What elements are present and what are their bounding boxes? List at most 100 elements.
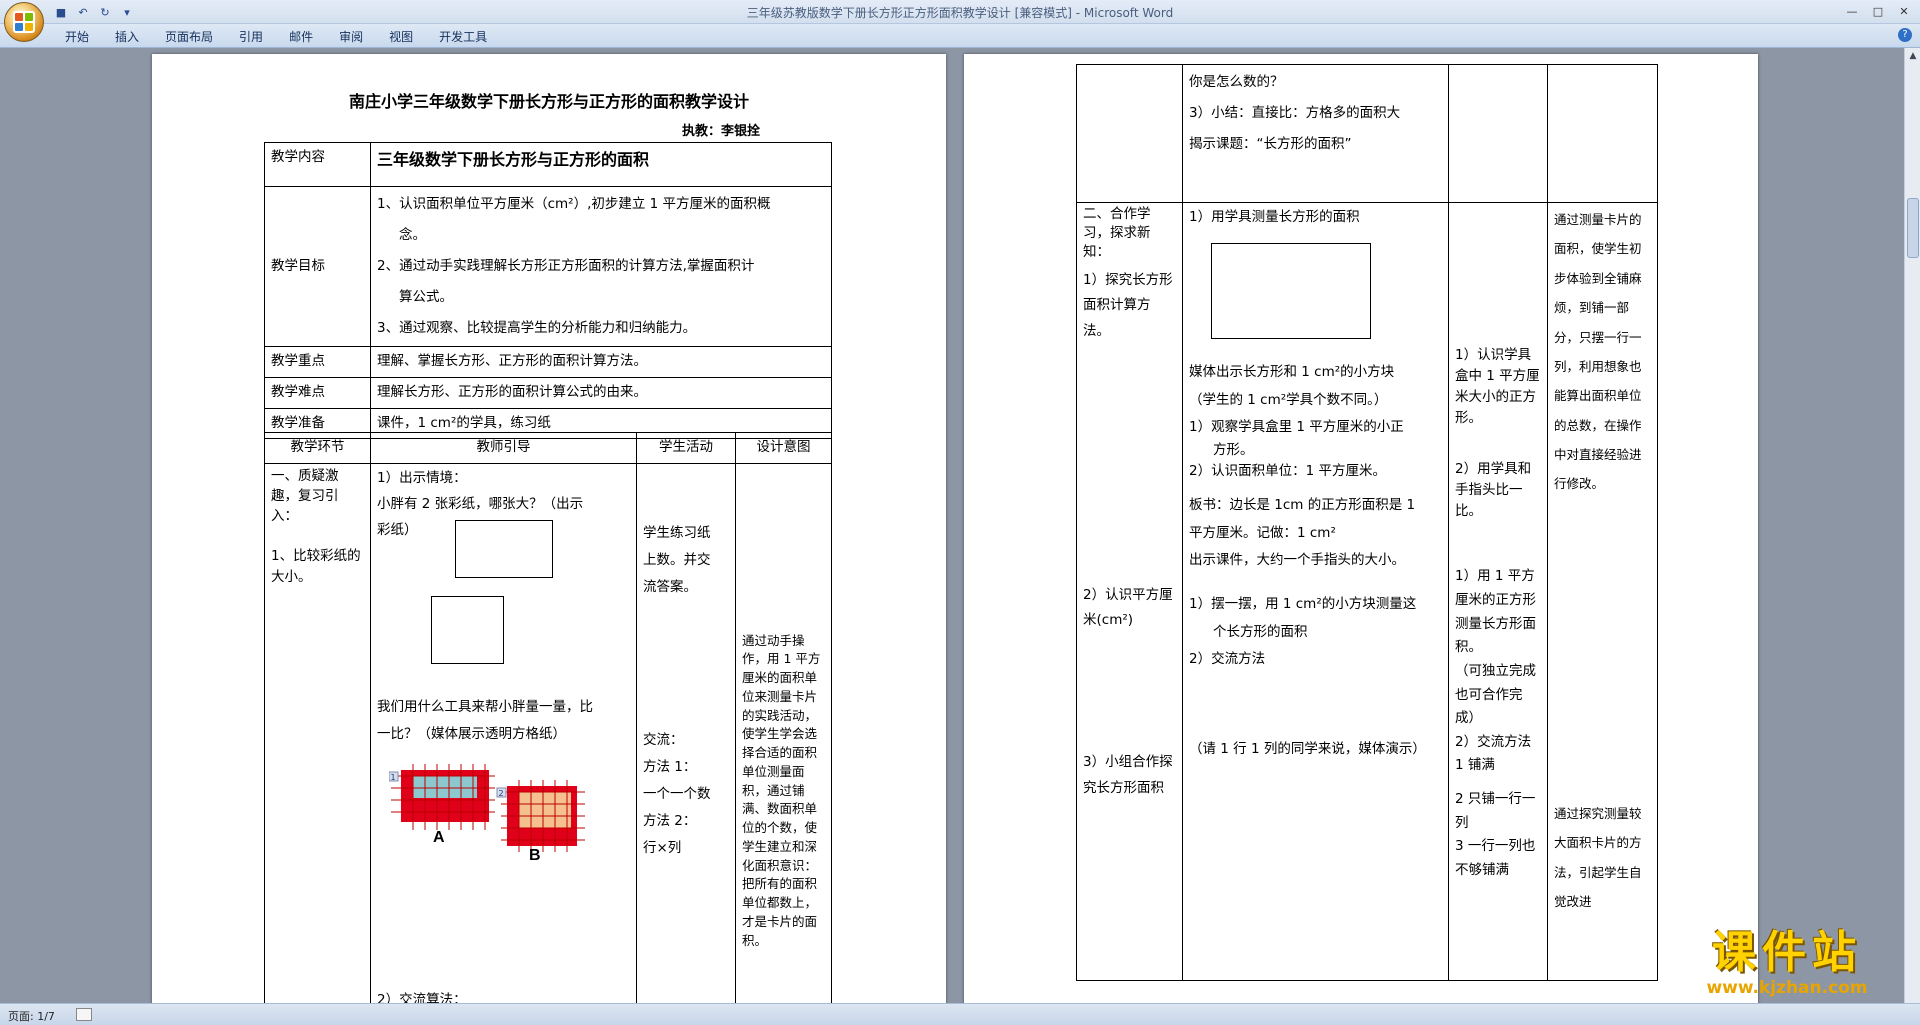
grid-number-1: 1 [391, 773, 396, 782]
proofing-icon[interactable] [76, 1008, 92, 1021]
student-1c: 流答案。 [643, 578, 697, 595]
window-title: 三年级苏教版数学下册长方形正方形面积教学设计 [兼容模式] - Microsof… [746, 6, 1174, 20]
stage-1: 一、质疑激趣，复习引入： [271, 467, 339, 525]
teacher-1: 1）出示情境： [377, 469, 467, 486]
student-cell: 学生练习纸 上数。并交 流答案。 交流： 方法 1： 一个一个数 方法 2： 行… [636, 462, 736, 1003]
stage-2: 二、合作学习，探求新知： [1083, 206, 1151, 260]
paper-rect-large [455, 519, 553, 578]
key-value: 理解、掌握长方形、正方形的面积计算方法。 [370, 346, 832, 378]
measure-rectangle [1211, 243, 1371, 339]
status-bar: 页面: 1/7 [0, 1003, 1920, 1025]
goal-2: 2、通过动手实践理解长方形正方形面积的计算方法,掌握面积计 [377, 258, 755, 275]
paper-square [431, 595, 504, 664]
teacher2-6b: 平方厘米。记做：1 cm² [1189, 524, 1336, 541]
stage-2a: 1）探究长方形面积计算方法。 [1083, 271, 1173, 339]
label-b: B [529, 847, 541, 862]
intent-cell: 通过动手操作，用 1 平方厘米的面积单位来测量卡片的实践活动，使学生学会选择合适… [735, 462, 832, 1003]
tab-mailings[interactable]: 邮件 [276, 28, 326, 46]
goals-cell: 1、认识面积单位平方厘米（cm²）,初步建立 1 平方厘米的面积概 念。 2、通… [370, 185, 832, 348]
teacher2-8: 1）摆一摆，用 1 cm²的小方块测量这 [1189, 595, 1417, 612]
student-2: 交流： [643, 731, 684, 748]
student2-8: 3 一行一列也不够铺满 [1455, 838, 1536, 878]
close-icon[interactable]: ✕ [1892, 2, 1916, 20]
student-2b: 方法 1： [643, 758, 697, 775]
tab-home[interactable]: 开始 [52, 28, 102, 46]
goal-1: 1、认识面积单位平方厘米（cm²）,初步建立 1 平方厘米的面积概 [377, 196, 771, 212]
teacher-2-block: 我们用什么工具来帮小胖量一量，比 一比？（媒体展示透明方格纸） [377, 694, 593, 748]
header-teacher: 教师引导 [370, 432, 637, 464]
student-1-block: 学生练习纸 上数。并交 流答案。 [643, 520, 729, 601]
scroll-up-icon[interactable]: ▲ [1905, 48, 1920, 64]
intent2-cell: 通过测量卡片的面积，使学生初步体验到全铺麻烦，到铺一部分，只摆一行一列，利用想象… [1547, 202, 1658, 981]
help-icon[interactable]: ? [1898, 28, 1912, 42]
student2-6: 1 铺满 [1455, 757, 1495, 774]
stage2-cell: 二、合作学习，探求新知： 1）探究长方形面积计算方法。 2）认识平方厘米(cm²… [1076, 202, 1183, 981]
window-controls: — □ ✕ [1840, 2, 1916, 20]
stage-1b: 1、比较彩纸的大小。 [271, 548, 361, 585]
goal-2b: 算公式。 [399, 289, 453, 306]
label-a: A [433, 829, 445, 846]
maximize-icon[interactable]: □ [1866, 2, 1890, 20]
teacher2-cell: 1）用学具测量长方形的面积 媒体出示长方形和 1 cm²的小方块 （学生的 1 … [1182, 202, 1449, 981]
teacher2-1: 1）用学具测量长方形的面积 [1189, 209, 1360, 225]
header-stage: 教学环节 [264, 432, 371, 464]
stage-2b: 2）认识平方厘米(cm²) [1083, 586, 1173, 629]
teacher-cont-1: 你是怎么数的？ [1189, 74, 1284, 90]
teacher2-7: 出示课件，大约一个手指头的大小。 [1189, 552, 1405, 569]
intent-1: 通过动手操作，用 1 平方厘米的面积单位来测量卡片的实践活动，使学生学会选择合适… [742, 632, 821, 948]
teacher-3: 2）交流算法： [377, 991, 467, 1003]
office-button[interactable] [4, 2, 44, 42]
teacher2-10: （请 1 行 1 列的同学来说，媒体演示） [1189, 740, 1426, 757]
teacher-cell: 1）出示情境： 小胖有 2 张彩纸，哪张大？（出示 彩纸） 我们用什么工具来帮小… [370, 462, 637, 1003]
tab-references[interactable]: 引用 [226, 28, 276, 46]
teacher2-block: 媒体出示长方形和 1 cm²的小方块 （学生的 1 cm²学具个数不同。） 1）… [1189, 359, 1426, 764]
student-1b: 上数。并交 [643, 551, 711, 568]
student-2d: 方法 2： [643, 812, 697, 829]
ribbon-tabs-bar: 开始 插入 页面布局 引用 邮件 审阅 视图 开发工具 ? [0, 24, 1920, 48]
page-indicator[interactable]: 页面: 1/7 [8, 1008, 55, 1024]
tab-view[interactable]: 视图 [376, 28, 426, 46]
process-table: 教学环节 教师引导 学生活动 设计意图 一、质疑激趣，复习引入： 1、比较彩纸的… [264, 432, 832, 1003]
tab-developer[interactable]: 开发工具 [426, 28, 500, 46]
stage-cont-cell [1076, 64, 1183, 203]
teacher2-4b: 方形。 [1213, 442, 1254, 459]
student-2c: 一个一个数 [643, 785, 711, 802]
scroll-thumb[interactable] [1907, 198, 1919, 258]
tab-page-layout[interactable]: 页面布局 [152, 28, 226, 46]
student2-4: （可独立完成也可合作完成） [1455, 662, 1536, 727]
student2-7: 2 只铺一行一列 [1455, 791, 1536, 831]
content-label: 教学内容 [264, 142, 371, 187]
tab-review[interactable]: 审阅 [326, 28, 376, 46]
intent2-1: 通过测量卡片的面积，使学生初步体验到全铺麻烦，到铺一部分，只摆一行一列，利用想象… [1554, 212, 1642, 492]
header-intent: 设计意图 [735, 432, 832, 464]
stage-2c: 3）小组合作探究长方形面积 [1083, 753, 1173, 796]
teacher-2: 我们用什么工具来帮小胖量一量，比 [377, 698, 593, 715]
teacher-cont-3: 揭示课题：“长方形的面积” [1189, 136, 1352, 153]
student2-cell: 1）认识学具盒中 1 平方厘米大小的正方形。 2）用学具和手指头比一比。 1）用… [1448, 202, 1548, 981]
document-page-2[interactable]: 你是怎么数的？ 3）小结：直接比：方格多的面积大 揭示课题：“长方形的面积” 二… [964, 54, 1758, 1003]
info-table: 教学内容 三年级数学下册长方形与正方形的面积 教学目标 1、认识面积单位平方厘米… [264, 142, 832, 440]
difficulty-label: 教学难点 [264, 376, 371, 409]
student-2e: 行×列 [643, 839, 682, 856]
content-value: 三年级数学下册长方形与正方形的面积 [370, 142, 832, 187]
teacher2-2: 媒体出示长方形和 1 cm²的小方块 [1189, 364, 1395, 380]
process-table-cont: 你是怎么数的？ 3）小结：直接比：方格多的面积大 揭示课题：“长方形的面积” 二… [1076, 64, 1658, 981]
vertical-scrollbar[interactable]: ▲ [1904, 48, 1920, 1003]
teacher2-8b: 个长方形的面积 [1213, 623, 1308, 640]
student2-2: 2）用学具和手指头比一比。 [1455, 460, 1532, 519]
intent2-2: 通过探究测量较大面积卡片的方法，引起学生自觉改进 [1554, 805, 1642, 909]
grid-number-2: 2 [499, 789, 504, 798]
minimize-icon[interactable]: — [1840, 2, 1864, 20]
title-bar: ■ ↶ ↻ ▾ 三年级苏教版数学下册长方形正方形面积教学设计 [兼容模式] - … [0, 0, 1920, 24]
ribbon-tabs: 开始 插入 页面布局 引用 邮件 审阅 视图 开发工具 [52, 28, 500, 46]
student2-3: 1）用 1 平方厘米的正方形测量长方形面积。 [1455, 568, 1536, 656]
teacher2-4: 1）观察学具盒里 1 平方厘米的小正 [1189, 419, 1404, 436]
tab-insert[interactable]: 插入 [102, 28, 152, 46]
intent-cont-cell [1547, 64, 1658, 203]
watermark-logo: 课件站 www.kjzhan.com [1676, 928, 1898, 1008]
document-page-1[interactable]: 南庄小学三年级数学下册长方形与正方形的面积教学设计 执教：李银拴 教学内容 三年… [152, 54, 946, 1003]
teacher-2b: 一比？（媒体展示透明方格纸） [377, 725, 566, 742]
goal-3: 3、通过观察、比较提高学生的分析能力和归纳能力。 [377, 320, 697, 337]
stage-cell: 一、质疑激趣，复习引入： 1、比较彩纸的大小。 [264, 462, 371, 1003]
goals-label: 教学目标 [264, 185, 371, 348]
